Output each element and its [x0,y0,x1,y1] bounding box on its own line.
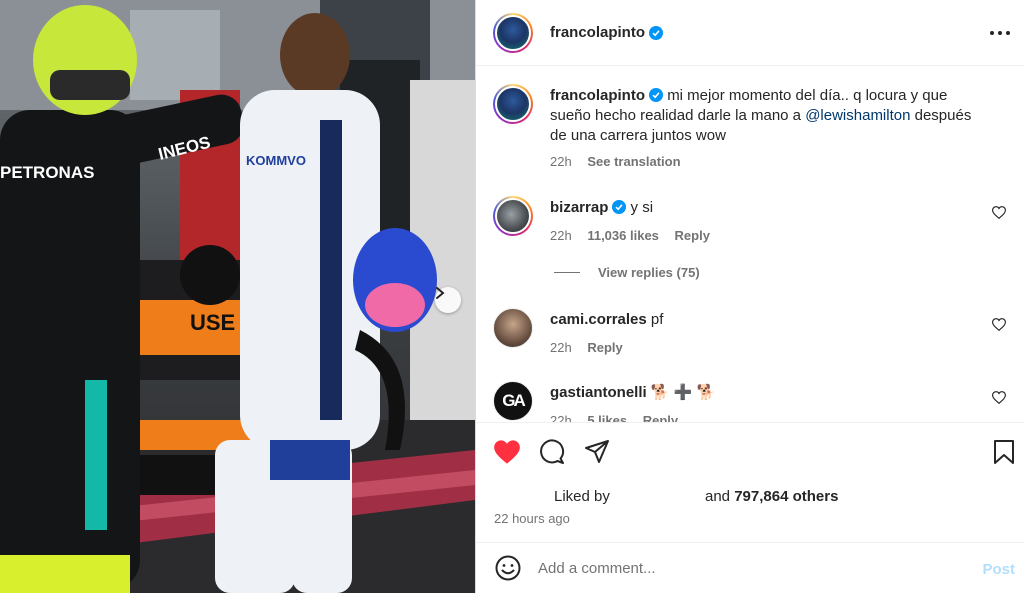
comment-time: 22h [550,413,572,422]
reply-button[interactable]: Reply [675,228,710,243]
more-options-button[interactable] [989,22,1011,44]
see-translation-link[interactable]: See translation [587,154,680,169]
author-avatar[interactable] [493,12,533,53]
like-comment-heart-icon[interactable] [992,318,1006,331]
more-horizontal-icon [990,31,1010,35]
commenter-username[interactable]: gastiantonelli [550,384,647,401]
post-photo[interactable]: USE PETRONAS INEOS KOMMVO [0,0,475,593]
like-heart-icon[interactable] [493,439,521,465]
comment-item: cami.corrales pf 22h Reply [493,308,1013,358]
reply-button[interactable]: Reply [587,340,622,355]
comments-list[interactable]: francolapinto mi mejor momento del día..… [476,67,1024,422]
mention-link[interactable]: @lewishamilton [805,107,910,124]
comment-likes[interactable]: 11,036 likes [587,228,659,243]
post-time: 22 hours ago [494,511,570,526]
photo-illustration: USE PETRONAS INEOS KOMMVO [0,0,475,593]
chevron-right-icon [436,287,445,299]
svg-text:KOMMVO: KOMMVO [246,153,306,168]
commenter-username[interactable]: cami.corrales [550,311,647,328]
like-comment-heart-icon[interactable] [992,206,1006,219]
comment-likes[interactable]: 5 likes [587,413,627,422]
add-comment-input[interactable] [538,559,958,577]
liked-by-others[interactable]: and 797,864 others [705,488,838,505]
svg-text:PETRONAS: PETRONAS [0,163,94,182]
comment-bubble-icon[interactable] [539,439,565,465]
commenter-avatar[interactable]: GA [493,381,533,421]
post-header: francolapinto [476,0,1024,66]
svg-text:USE: USE [190,310,235,335]
comment-time: 22h [550,154,572,169]
comment-item: bizarrap y si 22h 11,036 likes Reply [493,196,1013,246]
likes-count[interactable]: 797,864 others [734,488,838,505]
commenter-username[interactable]: francolapinto [550,87,645,104]
share-send-icon[interactable] [584,439,610,465]
comment-text: 🐕 ➕ 🐕 [650,384,716,401]
verified-badge-icon [612,200,627,214]
view-replies-button[interactable]: View replies (75) [554,265,700,280]
add-comment-bar: Post [476,542,1024,593]
comment-time: 22h [550,340,572,355]
verified-badge-icon [649,25,664,40]
next-photo-button[interactable] [435,287,461,313]
bookmark-save-icon[interactable] [993,439,1015,465]
caption-comment: francolapinto mi mejor momento del día..… [493,84,1013,172]
liked-by-and: and [705,488,731,505]
replies-divider [554,272,580,273]
commenter-avatar[interactable] [493,308,533,348]
commenter-username[interactable]: bizarrap [550,199,608,216]
comment-time: 22h [550,228,572,243]
liked-by-label: Liked by [554,488,610,505]
emoji-icon[interactable] [495,555,521,581]
post-details-panel: francolapinto francolapinto mi mejor mom… [475,0,1024,593]
comment-item: GA gastiantonelli 🐕 ➕ 🐕 22h 5 likes Repl… [493,381,1013,422]
author-username[interactable]: francolapinto [550,24,645,41]
comment-text: pf [650,311,664,328]
view-replies-label: View replies (75) [598,265,700,280]
post-actions: Liked by and 797,864 others 22 hours ago [476,422,1024,542]
reply-button[interactable]: Reply [643,413,678,422]
comment-text: y si [630,199,654,216]
commenter-avatar[interactable] [493,196,533,236]
like-comment-heart-icon[interactable] [992,391,1006,404]
post-comment-button[interactable]: Post [982,561,1015,578]
verified-badge-icon [649,88,664,102]
commenter-avatar[interactable] [493,84,533,124]
